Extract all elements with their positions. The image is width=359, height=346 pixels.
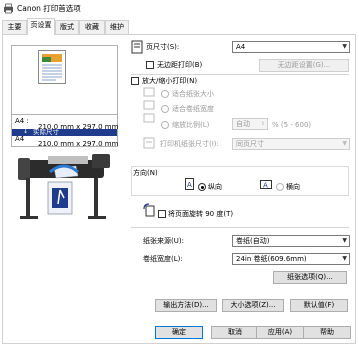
actual-size-label: 实际尺寸 <box>33 128 59 136</box>
printer-illustration <box>18 154 110 219</box>
roll-width-value: 24in 卷纸(609.6mm) <box>236 255 307 263</box>
scale-value: 自动 <box>236 120 250 128</box>
input-paper-name: A4 : <box>15 117 29 125</box>
output-size-icon <box>143 137 155 149</box>
tab-layout[interactable]: 版式 <box>55 20 79 34</box>
chevron-down-icon: ▼ <box>342 43 347 50</box>
scale-spinner[interactable]: 自动 ⇕ <box>232 118 268 130</box>
defaults-button[interactable]: 默认值(F) <box>290 299 348 312</box>
rotate-checkbox[interactable] <box>158 210 166 218</box>
portrait-radio[interactable] <box>198 183 206 191</box>
scale-range-label: % (5 - 600) <box>272 121 312 129</box>
actual-size-bar: ↓ 实际尺寸 <box>12 128 117 136</box>
orientation-group <box>131 166 349 196</box>
cancel-button[interactable]: 取消 <box>211 326 259 339</box>
apply-button[interactable]: 应用(A) <box>256 326 304 339</box>
title-bar: Canon 打印首选项 <box>0 0 359 17</box>
chevron-down-icon: ▼ <box>342 140 347 147</box>
page-preview <box>11 45 118 120</box>
landscape-icon: A <box>260 180 272 189</box>
page-preview-image <box>38 50 66 84</box>
page-size-dropdown[interactable]: A4 ▼ <box>232 41 350 53</box>
scaling-checkbox[interactable] <box>131 77 139 85</box>
fit-paper-radio[interactable] <box>161 90 169 98</box>
tab-page-setup[interactable]: 页设置 <box>27 18 55 35</box>
landscape-radio[interactable] <box>276 183 284 191</box>
borderless-label: 无边距打印(B) <box>157 61 203 69</box>
divider <box>131 227 349 228</box>
chevron-down-icon: ▼ <box>342 255 347 262</box>
rotate-page-icon <box>143 203 155 217</box>
output-size-dropdown[interactable]: 同页尺寸 ▼ <box>232 138 350 150</box>
printer-icon <box>4 3 13 14</box>
chevron-down-icon: ▼ <box>342 237 347 244</box>
portrait-label: 纵向 <box>208 183 222 191</box>
paper-source-dropdown[interactable]: 卷纸(自动) ▼ <box>232 235 350 247</box>
page-size-label: 页尺寸(S): <box>146 43 180 51</box>
orientation-label: 方向(N) <box>133 169 158 177</box>
borderless-settings-button[interactable]: 无边距设置(G)... <box>259 59 349 72</box>
size-info: A4 : 210.0 mm x 297.0 mm ↓ 实际尺寸 A4 210.0… <box>11 114 119 148</box>
landscape-label: 横向 <box>286 183 300 191</box>
tab-favorites[interactable]: 收藏 <box>79 20 105 34</box>
output-paper-size: 210.0 mm x 297.0 mm <box>38 140 119 148</box>
roll-width-label: 卷纸宽度(L): <box>143 255 183 263</box>
help-button[interactable]: 帮助 <box>303 326 351 339</box>
size-options-button[interactable]: 大小选项(Z)... <box>222 299 284 312</box>
tab-main[interactable]: 主要 <box>2 20 27 34</box>
paper-source-value: 卷纸(自动) <box>236 237 270 245</box>
svg-text:A: A <box>263 182 268 190</box>
scale-label: 缩放比例(L) <box>172 121 210 129</box>
fit-roll-width-radio[interactable] <box>161 105 169 113</box>
fit-paper-label: 适合纸张大小 <box>172 90 214 98</box>
paper-options-button[interactable]: 纸张选项(Q)... <box>273 271 347 284</box>
fit-roll-width-label: 适合卷纸宽度 <box>172 105 214 113</box>
roll-width-dropdown[interactable]: 24in 卷纸(609.6mm) ▼ <box>232 253 350 265</box>
scaling-label: 放大/缩小打印(N) <box>142 77 198 85</box>
output-method-button[interactable]: 输出方法(D)... <box>155 299 217 312</box>
tab-maintenance[interactable]: 维护 <box>105 20 129 34</box>
divider <box>131 74 349 75</box>
scaling-fit-icon <box>143 87 155 123</box>
tab-bar: 主要 页设置 版式 收藏 维护 <box>0 17 359 35</box>
svg-text:A: A <box>187 181 192 189</box>
scale-radio[interactable] <box>161 121 169 129</box>
rotate-label: 将页面旋转 90 度(T) <box>168 210 234 218</box>
ok-button[interactable]: 确定 <box>155 326 203 339</box>
output-size-label: 打印机纸张尺寸(I): <box>160 140 219 148</box>
page-size-icon <box>131 40 143 54</box>
spinner-icon: ⇕ <box>260 121 265 127</box>
page-size-value: A4 <box>236 43 246 51</box>
output-paper-name: A4 <box>15 135 25 143</box>
borderless-checkbox[interactable] <box>146 61 154 69</box>
portrait-icon: A <box>185 178 194 190</box>
window-title: Canon 打印首选项 <box>17 4 81 13</box>
paper-source-label: 纸张来源(U): <box>143 237 184 245</box>
output-size-value: 同页尺寸 <box>236 140 264 148</box>
